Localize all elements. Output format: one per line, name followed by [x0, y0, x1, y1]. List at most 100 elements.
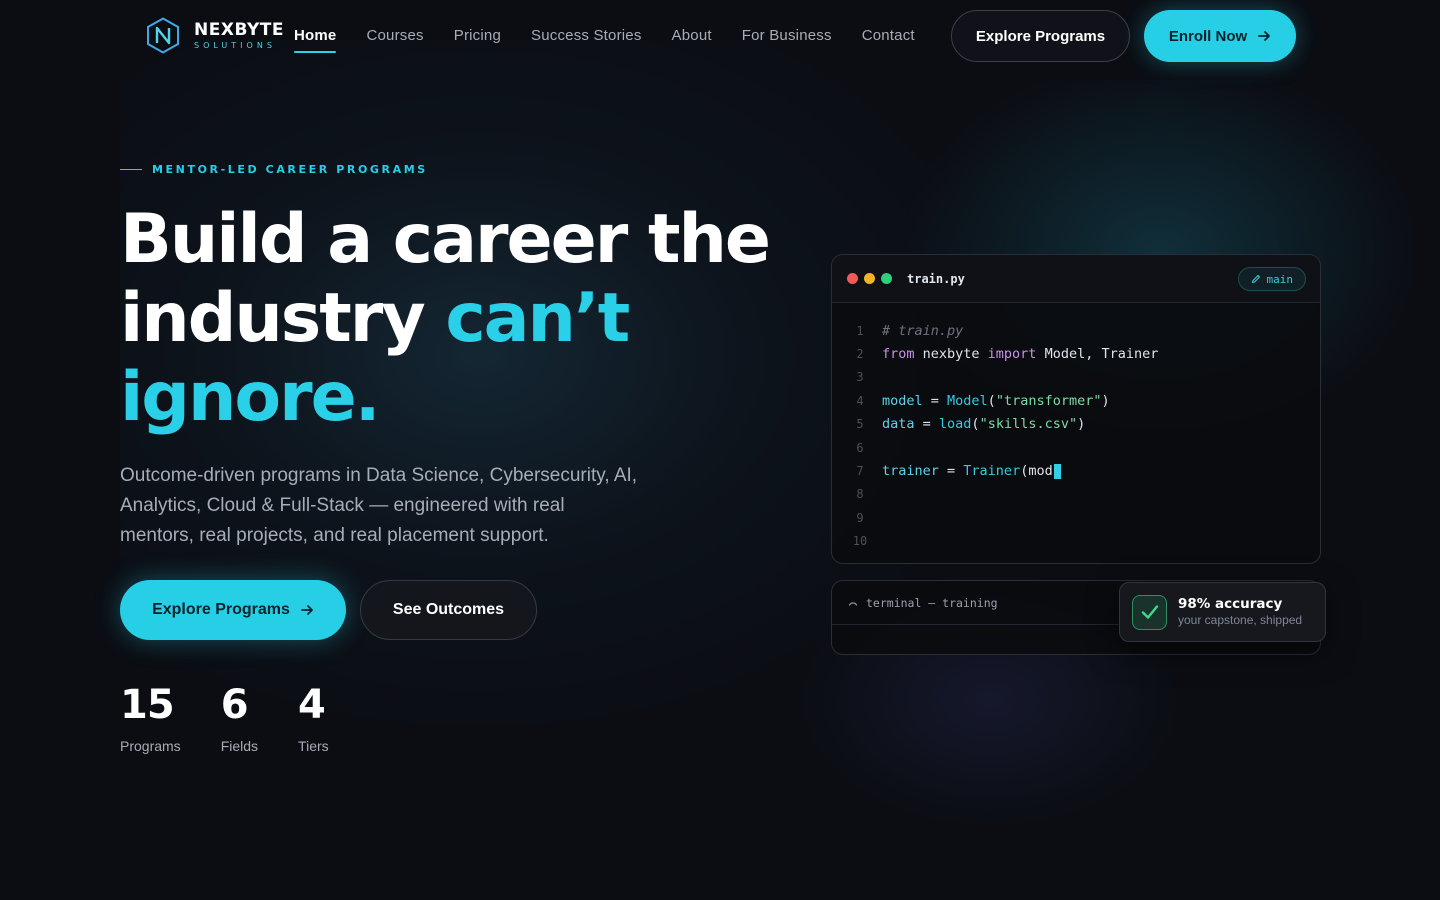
hero-eyebrow: MENTOR-LED CAREER PROGRAMS	[120, 163, 428, 176]
stat-value: 4	[298, 682, 326, 728]
code-token: (	[971, 416, 980, 433]
code-line: 4 model = Model("transformer")	[832, 389, 1320, 412]
stat-programs: 15 Programs	[120, 682, 181, 754]
code-keyword: from	[882, 346, 915, 363]
code-line: 6	[832, 436, 1320, 459]
code-string: "skills.csv"	[979, 416, 1078, 433]
headline-accent-1: can’t	[445, 279, 630, 358]
code-comment: # train.py	[882, 322, 964, 339]
code-line: 9	[832, 506, 1320, 529]
code-token: (mod	[1020, 463, 1053, 480]
line-number: 2	[856, 347, 864, 362]
headline-line-1: Build a career the	[120, 200, 771, 279]
stat-fields: 6 Fields	[221, 682, 258, 754]
code-line: 7 trainer = Trainer(mod	[832, 459, 1320, 482]
line-number: 6	[856, 440, 864, 455]
code-variable: trainer	[882, 463, 939, 480]
see-outcomes-button[interactable]: See Outcomes	[360, 580, 537, 640]
code-line: 10	[832, 530, 1320, 553]
code-line: 5 data = load("skills.csv")	[832, 413, 1320, 436]
accuracy-badge: 98% accuracy your capstone, shipped	[1119, 582, 1326, 642]
see-outcomes-label: See Outcomes	[392, 601, 505, 618]
hero-stats: 15 Programs 6 Fields 4 Tiers	[120, 682, 329, 754]
line-number: 3	[856, 370, 864, 385]
nav-explore-programs-label: Explore Programs	[975, 27, 1106, 45]
text-cursor	[1053, 463, 1061, 479]
badge-title: 98% accuracy	[1178, 596, 1283, 612]
eyebrow-text: MENTOR-LED CAREER PROGRAMS	[152, 163, 428, 176]
code-token: Model, Trainer	[1036, 346, 1159, 363]
headline-line-2: industry	[120, 279, 446, 358]
window-minimize-dot-icon	[864, 273, 875, 284]
badge-subtitle: your capstone, shipped	[1178, 613, 1303, 627]
arrow-right-icon	[1258, 31, 1271, 41]
code-token: )	[1077, 416, 1086, 433]
eyebrow-divider	[120, 169, 142, 170]
explore-programs-label: Explore Programs	[152, 601, 290, 618]
code-body: 1 # train.py 2 from nexbyte import Model…	[832, 303, 1320, 553]
line-number: 4	[856, 393, 864, 408]
explore-programs-button[interactable]: Explore Programs	[120, 580, 346, 640]
window-maximize-dot-icon	[881, 273, 892, 284]
code-variable: data	[882, 416, 915, 433]
nav-link-success-stories[interactable]: Success Stories	[531, 27, 642, 45]
code-token: =	[914, 416, 939, 433]
line-number: 7	[856, 464, 864, 479]
code-token: )	[1101, 392, 1110, 409]
code-keyword: import	[987, 346, 1037, 363]
code-line: 8	[832, 483, 1320, 506]
branch-name: main	[1266, 272, 1294, 286]
nav-links: Home Courses Pricing Success Stories Abo…	[294, 27, 945, 53]
brand-logo[interactable]: NEXBYTE SOLUTIONS	[146, 17, 284, 54]
line-number: 9	[856, 510, 864, 525]
code-editor-window: train.py main 1 # train.py 2 from nexbyt…	[831, 254, 1321, 564]
loading-spinner-icon	[848, 601, 858, 606]
top-nav: NEXBYTE SOLUTIONS Home Courses Pricing S…	[0, 0, 1440, 72]
nav-link-home[interactable]: Home	[294, 27, 337, 53]
code-string: "transformer"	[995, 392, 1102, 409]
pencil-icon	[1251, 274, 1260, 284]
logo-hexagon-icon	[147, 17, 179, 54]
terminal-title: terminal — training	[866, 595, 998, 610]
stat-label: Tiers	[298, 738, 329, 754]
stat-value: 6	[220, 682, 249, 728]
hero-headline: Build a career the industry can’t ignore…	[120, 200, 780, 437]
code-titlebar: train.py main	[832, 255, 1320, 303]
enroll-now-label: Enroll Now	[1168, 27, 1248, 45]
code-variable: model	[882, 392, 923, 409]
line-number: 10	[852, 534, 868, 549]
nav-link-contact[interactable]: Contact	[862, 27, 915, 45]
check-icon	[1132, 594, 1167, 630]
code-line: 1 # train.py	[832, 319, 1320, 342]
line-number: 8	[856, 487, 864, 502]
window-close-dot-icon	[847, 273, 858, 284]
code-token: (	[987, 392, 996, 409]
code-line: 2 from nexbyte import Model, Trainer	[832, 342, 1320, 365]
nav-link-about[interactable]: About	[672, 27, 712, 45]
nav-link-courses[interactable]: Courses	[366, 27, 423, 45]
arrow-right-icon	[301, 605, 313, 615]
code-line: 3	[832, 366, 1320, 389]
branch-badge: main	[1237, 267, 1306, 291]
code-function: Trainer	[963, 463, 1021, 480]
stat-tiers: 4 Tiers	[298, 682, 329, 754]
hero-description: Outcome-driven programs in Data Science,…	[120, 465, 638, 546]
line-number: 5	[856, 417, 864, 432]
line-number: 1	[856, 323, 864, 338]
brand-name: NEXBYTE	[194, 19, 284, 40]
nav-explore-programs-button[interactable]: Explore Programs	[951, 10, 1130, 62]
code-filename: train.py	[907, 271, 965, 286]
stat-label: Programs	[120, 738, 181, 754]
code-token: =	[922, 392, 948, 409]
headline-accent-2: ignore.	[120, 358, 381, 437]
code-token: nexbyte	[914, 346, 988, 363]
code-token: =	[938, 463, 964, 480]
brand-tagline: SOLUTIONS	[194, 40, 276, 50]
code-function: load	[938, 416, 972, 433]
nav-link-pricing[interactable]: Pricing	[454, 27, 501, 45]
stat-label: Fields	[220, 738, 259, 754]
stat-value: 15	[120, 682, 175, 728]
enroll-now-button[interactable]: Enroll Now	[1144, 10, 1296, 62]
code-function: Model	[947, 392, 988, 409]
nav-link-for-business[interactable]: For Business	[742, 27, 832, 45]
